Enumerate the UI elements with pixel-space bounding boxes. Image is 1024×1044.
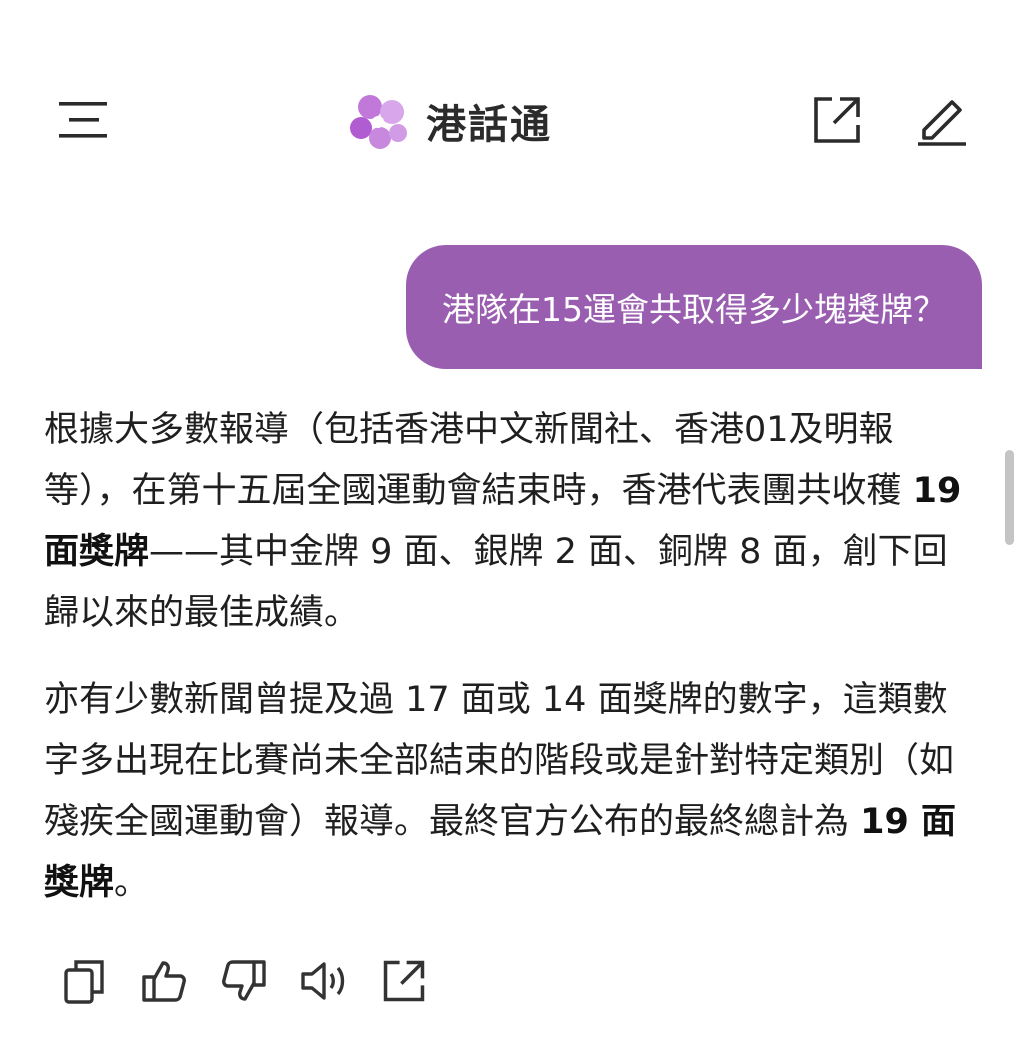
menu-icon: [59, 102, 107, 138]
share-button[interactable]: [802, 88, 872, 152]
user-message-text: 港隊在15運會共取得多少塊獎牌？: [442, 290, 946, 329]
new-chat-button[interactable]: [906, 84, 978, 156]
answer-paragraph-2: 亦有少數新聞曾提及過 17 面或 14 面獎牌的數字，這類數字多出現在比賽尚未全…: [44, 680, 957, 903]
share-answer-button[interactable]: [364, 950, 444, 1012]
read-aloud-button[interactable]: [284, 950, 364, 1012]
thumbs-up-icon: [142, 961, 186, 1002]
flower-logo-icon: [350, 95, 407, 149]
external-link-icon: [383, 960, 425, 1002]
user-message-bubble: 港隊在15運會共取得多少塊獎牌？: [406, 245, 982, 369]
pencil-icon: [918, 100, 966, 146]
copy-button[interactable]: [44, 950, 124, 1012]
answer-paragraph-1: 根據大多數報導（包括香港中文新聞社、香港01及明報等），在第十五屆全國運動會結束…: [44, 410, 962, 633]
answer-actions: [44, 950, 444, 1012]
copy-icon: [64, 960, 104, 1004]
scrollbar-thumb[interactable]: [1005, 450, 1014, 545]
brand: 港話通: [346, 88, 552, 154]
menu-button[interactable]: [50, 90, 116, 150]
speaker-icon: [301, 962, 345, 1000]
thumbs-down-button[interactable]: [204, 950, 284, 1012]
assistant-answer: 根據大多數報導（包括香港中文新聞社、香港01及明報等），在第十五屆全國運動會結束…: [44, 400, 980, 940]
external-link-icon: [814, 97, 860, 143]
app-header: 港話通: [0, 70, 1024, 170]
thumbs-down-icon: [222, 960, 266, 1001]
app-name: 港話通: [426, 102, 552, 148]
thumbs-up-button[interactable]: [124, 950, 204, 1012]
